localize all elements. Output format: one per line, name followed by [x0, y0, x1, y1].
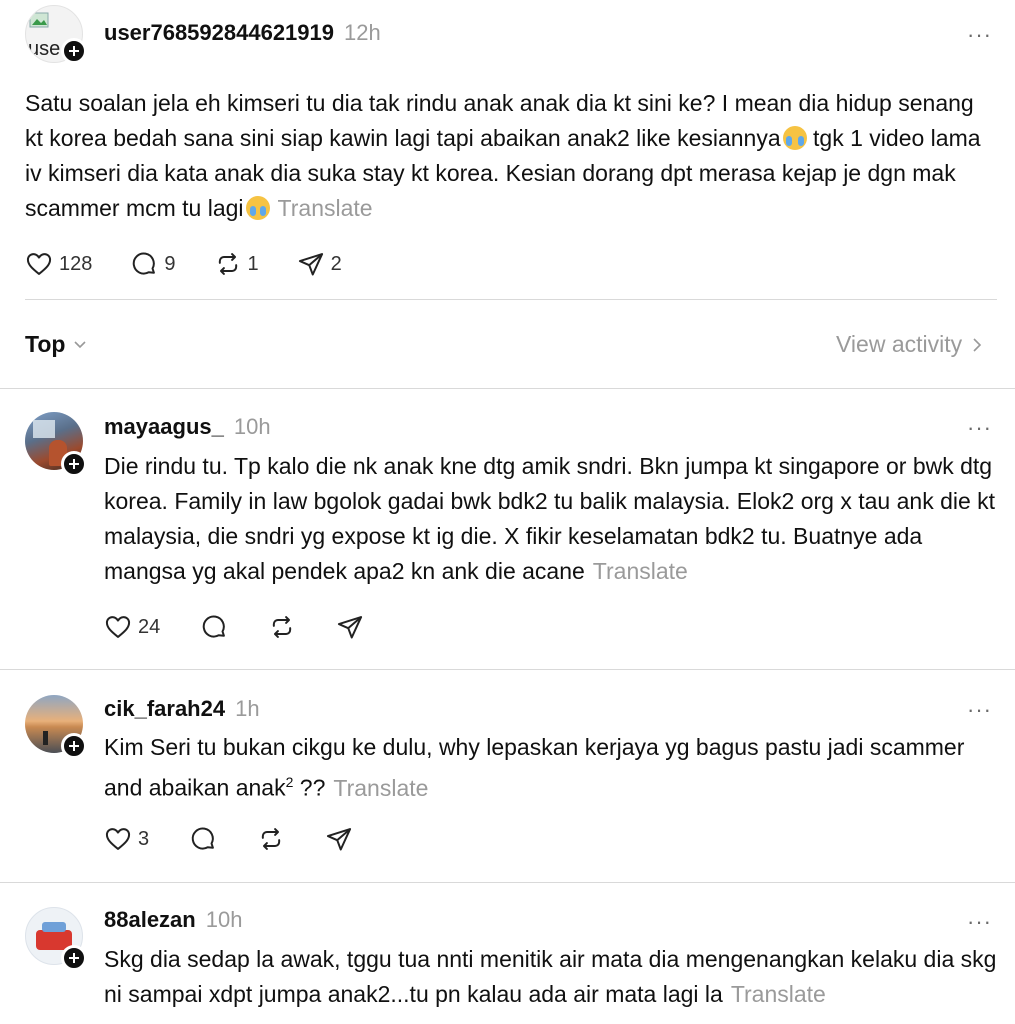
more-options-button[interactable]: ··· [967, 415, 992, 441]
comment-header: cik_farah24 1h [104, 696, 260, 722]
translate-link[interactable]: Translate [333, 775, 428, 801]
avatar-alt-text: use [28, 38, 61, 60]
follow-plus-icon[interactable] [61, 945, 87, 971]
divider [25, 299, 997, 300]
more-options-button[interactable]: ··· [967, 697, 992, 723]
share-button[interactable] [325, 825, 353, 853]
view-activity-label: View activity [836, 331, 963, 357]
reply-button[interactable] [200, 613, 228, 641]
comment-actions: 3 [104, 825, 353, 853]
post-header: user768592844621919 12h [104, 20, 381, 46]
reply-button[interactable] [189, 825, 217, 853]
repost-icon [214, 250, 242, 278]
timestamp: 1h [235, 696, 260, 721]
repost-button[interactable] [268, 613, 296, 641]
username[interactable]: mayaagus_ [104, 414, 224, 439]
comment-header: 88alezan 10h [104, 907, 242, 933]
heart-icon [25, 250, 53, 278]
repost-button[interactable]: 1 [214, 250, 259, 278]
timestamp: 12h [344, 20, 381, 45]
post-actions: 128 9 1 2 [25, 250, 342, 278]
like-button[interactable]: 24 [104, 613, 160, 641]
like-count: 3 [138, 827, 150, 850]
comment-body: Skg dia sedap la awak, tggu tua nnti men… [104, 942, 999, 1012]
comment-text: Kim Seri tu bukan cikgu ke dulu, why lep… [104, 734, 965, 801]
comment-icon [130, 250, 158, 278]
username[interactable]: 88alezan [104, 907, 196, 932]
like-button[interactable]: 3 [104, 825, 149, 853]
like-count: 128 [59, 252, 93, 275]
translate-link[interactable]: Translate [593, 558, 688, 584]
timestamp: 10h [205, 907, 243, 932]
more-options-button[interactable]: ··· [967, 909, 992, 935]
comment-icon [200, 613, 228, 641]
chevron-right-icon [973, 337, 982, 352]
repost-count: 1 [247, 252, 259, 275]
like-count: 24 [138, 615, 161, 638]
chevron-down-icon [74, 340, 87, 348]
translate-link[interactable]: Translate [731, 981, 826, 1007]
teary-face-emoji-icon [245, 196, 270, 220]
username[interactable]: user768592844621919 [104, 20, 334, 45]
share-button[interactable]: 2 [297, 250, 342, 278]
reply-count: 9 [164, 252, 176, 275]
reply-button[interactable]: 9 [130, 250, 176, 278]
send-icon [297, 250, 325, 278]
heart-icon [104, 613, 132, 641]
comment-text: Die rindu tu. Tp kalo die nk anak kne dt… [104, 453, 996, 584]
divider [0, 669, 1015, 670]
more-options-button[interactable]: ··· [967, 22, 992, 48]
follow-plus-icon[interactable] [61, 733, 87, 759]
divider [0, 388, 1015, 389]
comment-body: Die rindu tu. Tp kalo die nk anak kne dt… [104, 449, 999, 589]
crying-face-emoji-icon [782, 126, 807, 150]
username[interactable]: cik_farah24 [104, 696, 225, 721]
send-icon [336, 613, 364, 641]
like-button[interactable]: 128 [25, 250, 92, 278]
sort-dropdown[interactable]: Top [25, 331, 87, 358]
timestamp: 10h [233, 414, 271, 439]
image-placeholder-icon [29, 12, 49, 28]
follow-plus-icon[interactable] [61, 38, 87, 64]
share-count: 2 [330, 252, 342, 275]
divider [0, 882, 1015, 883]
post-body: Satu soalan jela eh kimseri tu dia tak r… [25, 86, 990, 226]
repost-icon [268, 613, 296, 641]
comment-body: Kim Seri tu bukan cikgu ke dulu, why lep… [104, 730, 999, 806]
follow-plus-icon[interactable] [61, 451, 87, 477]
translate-link[interactable]: Translate [278, 195, 373, 221]
heart-icon [104, 825, 132, 853]
comment-text-tail: ?? [293, 774, 326, 801]
view-activity-link[interactable]: View activity [836, 331, 982, 358]
send-icon [325, 825, 353, 853]
comment-text: Skg dia sedap la awak, tggu tua nnti men… [104, 946, 997, 1007]
comment-icon [189, 825, 217, 853]
sort-label: Top [25, 331, 66, 357]
share-button[interactable] [336, 613, 364, 641]
repost-button[interactable] [257, 825, 285, 853]
comment-actions: 24 [104, 613, 364, 641]
repost-icon [257, 825, 285, 853]
comment-header: mayaagus_ 10h [104, 414, 271, 440]
